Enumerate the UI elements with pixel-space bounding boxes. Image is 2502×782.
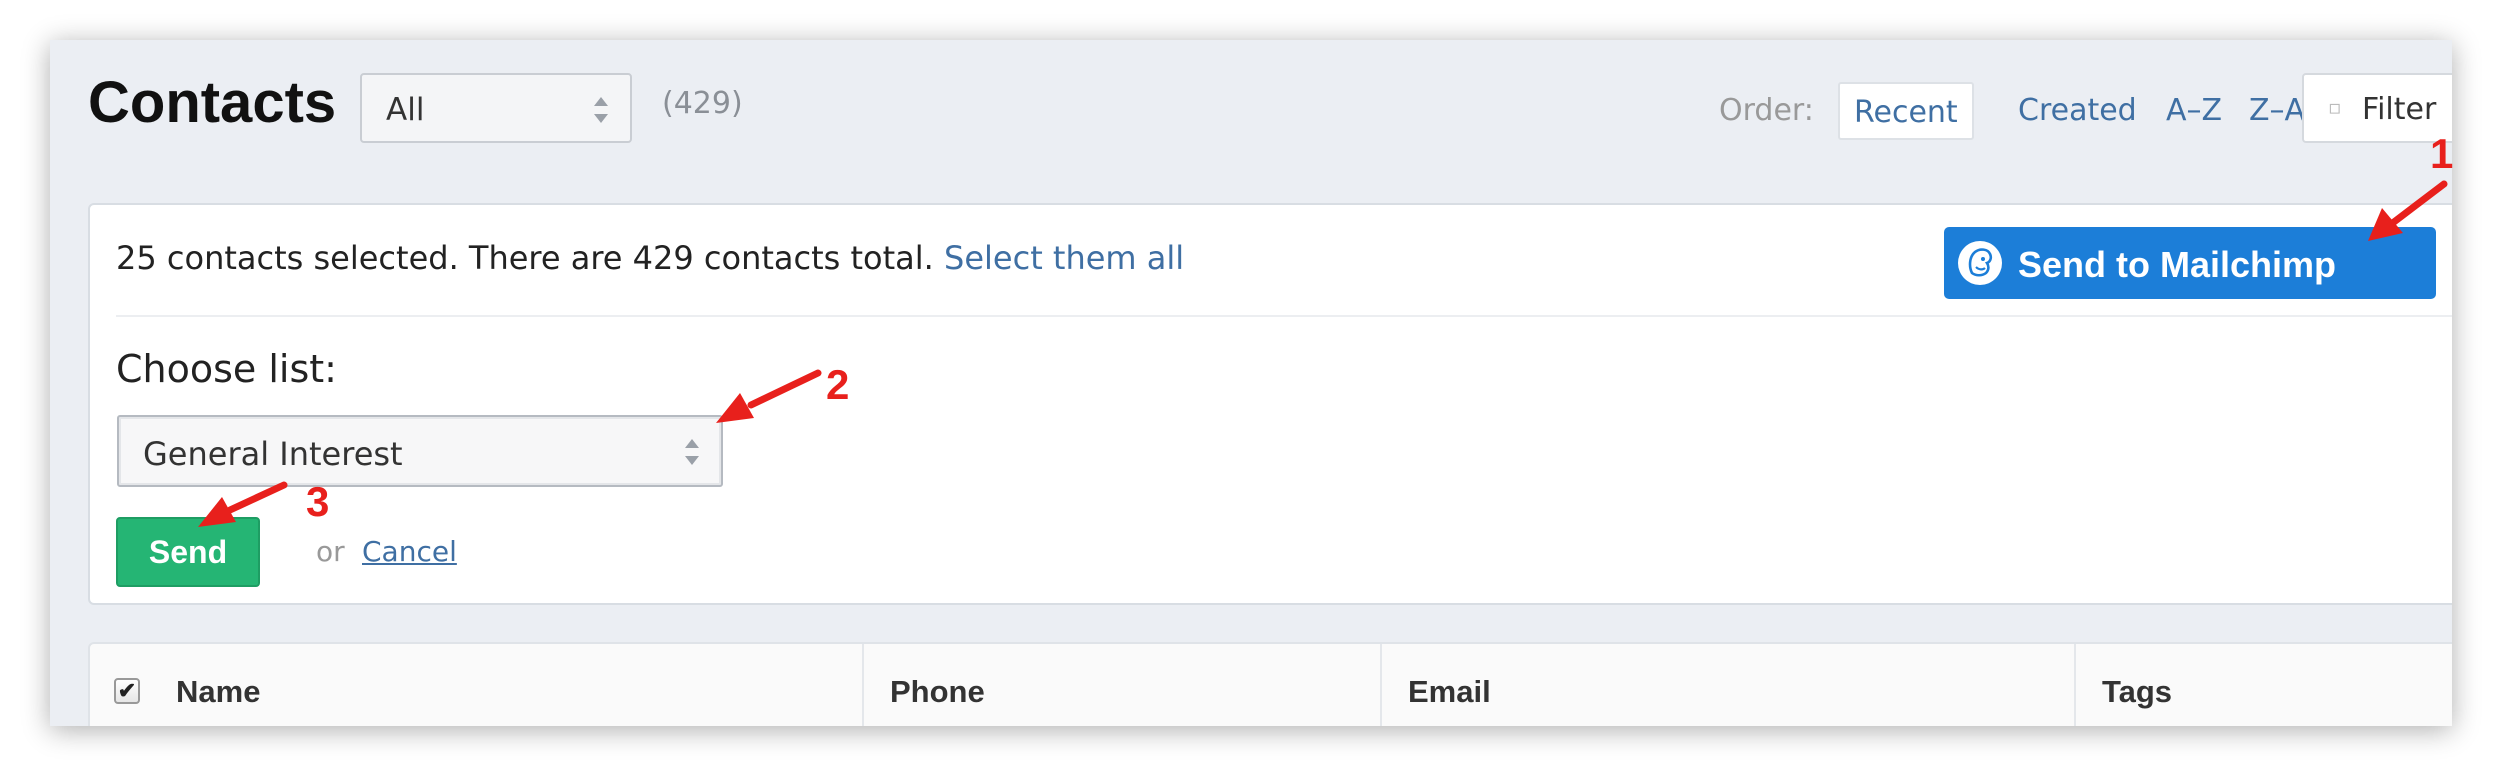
annotation-arrow-2 bbox=[716, 369, 822, 423]
annotation-overlay: 1 2 3 bbox=[198, 130, 2453, 527]
annotation-arrow-1 bbox=[2368, 180, 2448, 241]
annotation-number-1: 1 bbox=[2430, 130, 2453, 177]
annotation-arrow-3 bbox=[198, 481, 288, 527]
annotation-number-2: 2 bbox=[826, 361, 849, 408]
annotation-number-3: 3 bbox=[306, 478, 329, 525]
